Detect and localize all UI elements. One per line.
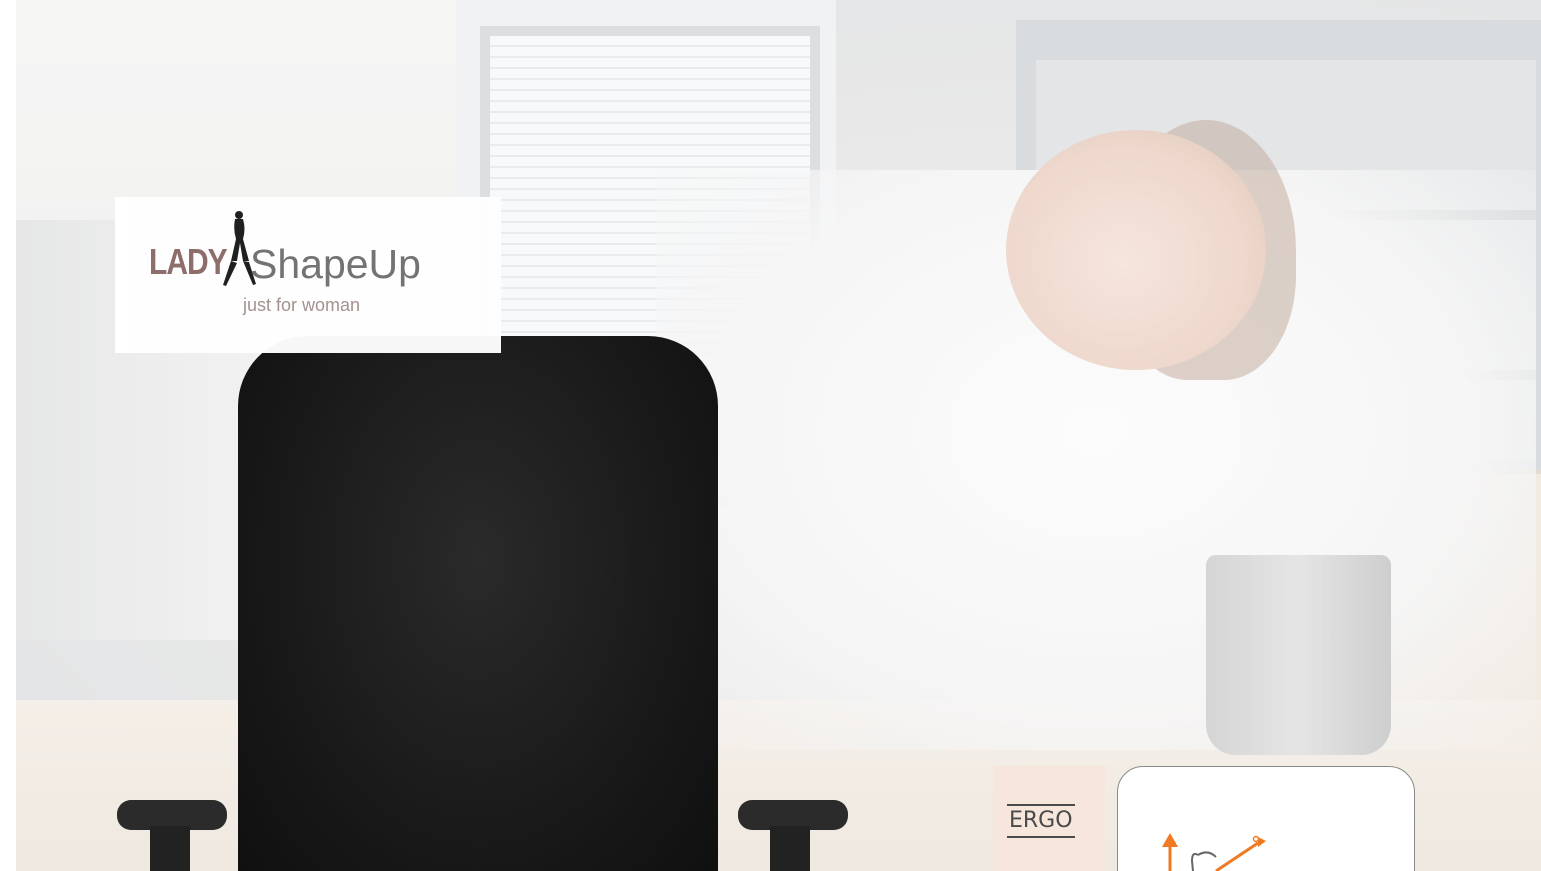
chair-armrest-right-post bbox=[770, 826, 810, 871]
hero-section: LADY ShapeUp just for woman ERGO bbox=[0, 0, 1541, 871]
ergo-tab[interactable]: ERGO bbox=[993, 766, 1105, 871]
ergo-tab-label: ERGO bbox=[1007, 804, 1075, 838]
chair-armrest-left-post bbox=[150, 826, 190, 871]
office-chair-backrest bbox=[238, 336, 718, 871]
logo-shapeup-text: ShapeUp bbox=[250, 241, 421, 287]
brand-logo[interactable]: LADY ShapeUp just for woman bbox=[115, 197, 501, 353]
ergonomics-adjust-icon bbox=[1162, 833, 1266, 871]
ergo-card[interactable] bbox=[1117, 766, 1415, 871]
logo-tagline: just for woman bbox=[243, 295, 361, 315]
